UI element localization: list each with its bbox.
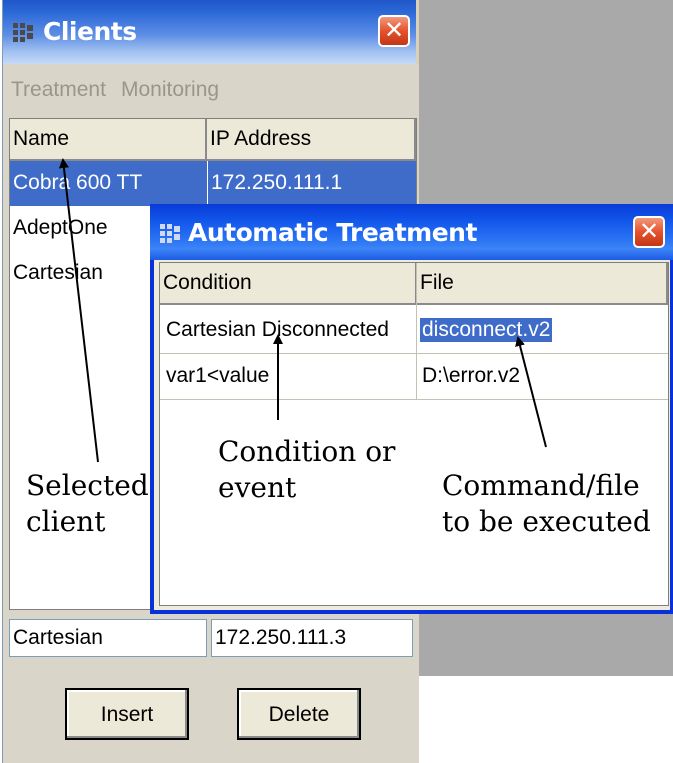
client-name: Cartesian <box>13 261 103 284</box>
annotation-line: Selected <box>26 469 149 502</box>
close-icon: ✕ <box>638 217 660 245</box>
client-name: AdeptOne <box>13 216 108 239</box>
clients-menu-bar: Treatment Monitoring <box>3 64 419 114</box>
column-header-ip[interactable]: IP Address <box>207 119 416 161</box>
treatment-title-bar[interactable]: Automatic Treatment ✕ <box>150 204 673 260</box>
column-header-name[interactable]: Name <box>10 119 207 161</box>
annotation-condition-event: Condition or event <box>218 434 395 506</box>
column-header-file[interactable]: File <box>417 263 668 305</box>
column-header-condition[interactable]: Condition <box>160 263 417 305</box>
annotation-line: to be executed <box>442 505 651 538</box>
condition-cell: var1<value <box>166 364 270 387</box>
app-grid-icon <box>160 224 186 244</box>
client-name-input[interactable]: Cartesian <box>9 619 207 657</box>
annotation-command-file: Command/file to be executed <box>442 468 651 540</box>
menu-treatment[interactable]: Treatment <box>11 78 106 102</box>
clients-title-bar[interactable]: Clients ✕ <box>3 0 419 64</box>
annotation-line: client <box>26 505 106 538</box>
insert-button[interactable]: Insert <box>65 688 189 740</box>
condition-cell: Cartesian Disconnected <box>166 318 389 341</box>
delete-button-label: Delete <box>268 703 330 726</box>
treatment-close-button[interactable]: ✕ <box>633 216 665 248</box>
client-name: Cobra 600 TT <box>13 171 143 194</box>
clients-window-title: Clients <box>43 17 137 46</box>
delete-button[interactable]: Delete <box>237 688 361 740</box>
annotation-line: Command/file <box>442 469 640 502</box>
app-grid-icon <box>13 23 39 43</box>
file-cell-selected[interactable]: disconnect.v2 <box>420 318 553 342</box>
file-cell[interactable]: D:\error.v2 <box>422 364 520 388</box>
close-icon: ✕ <box>383 16 405 44</box>
treatment-dialog-title: Automatic Treatment <box>188 218 477 247</box>
client-ip: 172.250.111.1 <box>211 171 343 194</box>
clients-close-button[interactable]: ✕ <box>378 15 410 47</box>
treatment-row-var1[interactable]: var1<value D:\error.v2 <box>160 354 668 400</box>
cell-divider <box>207 161 208 206</box>
menu-monitoring[interactable]: Monitoring <box>121 78 219 102</box>
insert-button-label: Insert <box>100 703 154 726</box>
automatic-treatment-dialog: Automatic Treatment ✕ Condition File Car… <box>150 204 673 614</box>
annotation-line: Condition or <box>218 435 396 468</box>
annotation-line: event <box>218 471 297 504</box>
client-ip-input[interactable]: 172.250.111.3 <box>211 619 413 657</box>
treatment-row-cartesian[interactable]: Cartesian Disconnected disconnect.v2 <box>160 308 668 354</box>
client-row-cobra[interactable]: Cobra 600 TT 172.250.111.1 <box>10 161 416 206</box>
annotation-selected-client: Selected client <box>26 468 149 540</box>
